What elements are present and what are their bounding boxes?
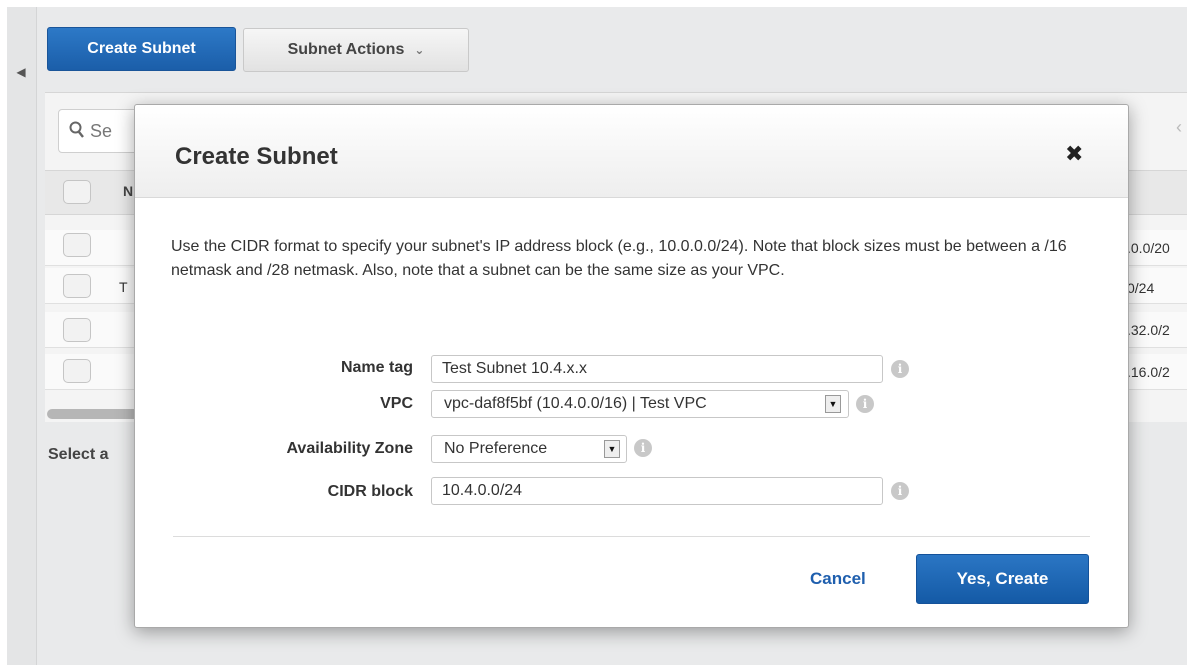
create-subnet-dialog: Create Subnet ✖ Use the CIDR format to s… [134,104,1129,628]
horizontal-scrollbar[interactable] [47,409,142,419]
dialog-header: Create Subnet ✖ [135,105,1128,198]
cancel-button[interactable]: Cancel [810,569,866,589]
row-checkbox[interactable] [63,359,91,383]
row-checkbox[interactable] [63,274,91,298]
table-cell-cidr: .32.0/2 [1127,322,1170,338]
dialog-title: Create Subnet [175,143,338,170]
yes-create-button[interactable]: Yes, Create [916,554,1089,604]
dialog-divider [173,536,1090,537]
close-icon[interactable]: ✖ [1065,143,1083,165]
availability-zone-info-icon[interactable]: i [634,439,652,457]
table-cell-name: T [119,279,128,295]
subnet-actions-label: Subnet Actions [287,41,405,58]
vpc-select-value: vpc-daf8f5bf (10.4.0.0/16) | Test VPC [444,395,707,412]
dialog-description: Use the CIDR format to specify your subn… [171,238,1067,279]
cidr-block-info-icon[interactable]: i [891,482,909,500]
column-header-name[interactable]: N [123,183,133,199]
partial-control-icon: ‹ [1176,117,1182,137]
select-arrow-icon: ▼ [604,440,620,458]
availability-zone-value: No Preference [444,440,548,457]
availability-zone-label: Availability Zone [286,440,413,457]
yes-create-label: Yes, Create [956,569,1049,588]
create-subnet-button[interactable]: Create Subnet [47,27,236,71]
table-cell-cidr: .16.0/2 [1127,364,1170,380]
row-checkbox[interactable] [63,318,91,342]
table-cell-cidr: 0/24 [1127,280,1155,296]
vpc-select[interactable]: vpc-daf8f5bf (10.4.0.0/16) | Test VPC ▼ [431,390,849,418]
name-tag-info-icon[interactable]: i [891,360,909,378]
table-cell-cidr: .0.0/20 [1127,240,1170,256]
subnet-actions-button[interactable]: Subnet Actions ⌄ [243,28,469,72]
chevron-down-icon: ⌄ [414,43,425,57]
search-input-text: Se [90,121,113,141]
details-placeholder: Select a [48,446,109,463]
availability-zone-select[interactable]: No Preference ▼ [431,435,627,463]
collapse-arrow-icon[interactable]: ◀ [11,62,31,82]
sidebar-collapse-strip[interactable] [7,7,37,665]
search-icon [69,121,90,141]
row-checkbox[interactable] [63,233,91,257]
cidr-block-label: CIDR block [327,483,413,500]
name-tag-input[interactable]: Test Subnet 10.4.x.x [431,355,883,383]
create-subnet-button-label: Create Subnet [87,40,196,57]
vpc-info-icon[interactable]: i [856,395,874,413]
name-tag-label: Name tag [340,359,413,376]
vpc-label: VPC [380,395,413,412]
select-all-checkbox[interactable] [63,180,91,204]
select-arrow-icon: ▼ [825,395,841,413]
cidr-block-input[interactable]: 10.4.0.0/24 [431,477,883,505]
